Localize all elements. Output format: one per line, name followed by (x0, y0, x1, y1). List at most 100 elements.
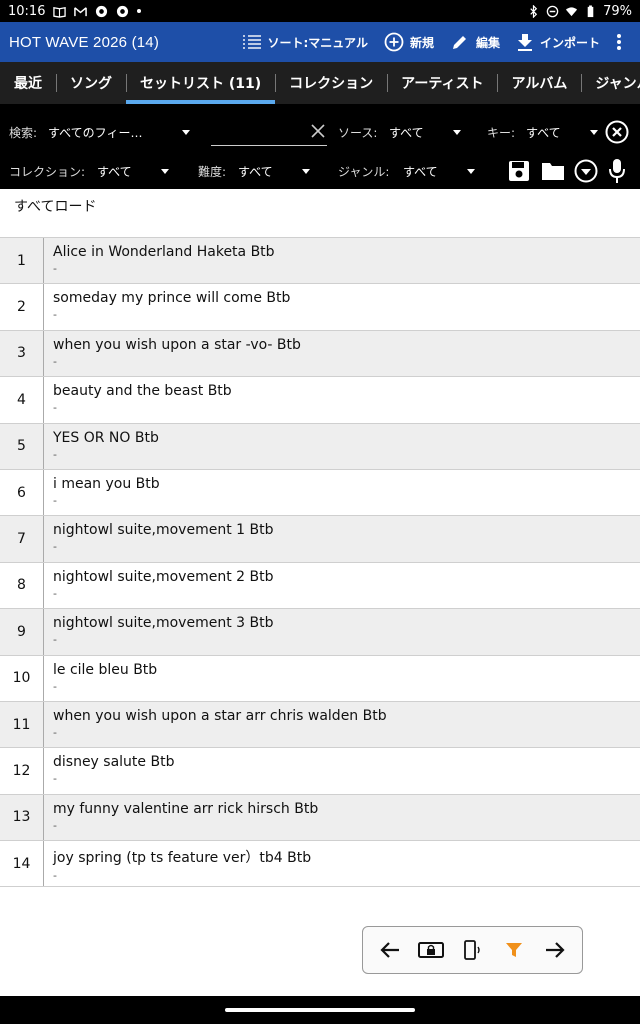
list-item[interactable]: 3 when you wish upon a star -vo- Btb - (0, 330, 640, 378)
list-item[interactable]: 6 i mean you Btb - (0, 469, 640, 517)
chevron-down-icon (302, 168, 310, 174)
song-title: i mean you Btb (53, 475, 160, 492)
list-item[interactable]: 4 beauty and the beast Btb - (0, 377, 640, 424)
song-subtitle: - (53, 493, 57, 507)
song-subtitle: - (53, 447, 57, 461)
list-item[interactable]: 8 nightowl suite,movement 2 Btb - (0, 562, 640, 610)
notification-dot (137, 9, 142, 13)
item-info: le cile bleu Btb - (44, 656, 157, 701)
genre-select[interactable]: すべて (403, 163, 475, 180)
list-item[interactable]: 9 nightowl suite,movement 3 Btb - (0, 609, 640, 656)
close-circle-icon[interactable] (605, 120, 629, 144)
arrow-left-icon (380, 942, 399, 958)
key-select[interactable]: すべて (526, 124, 598, 141)
chevron-down-icon (453, 129, 461, 135)
import-button[interactable]: インポート (516, 32, 600, 52)
search-scope-select[interactable]: すべてのフィー… (48, 124, 190, 141)
system-nav-bar (0, 996, 640, 1024)
collection-select[interactable]: すべて (97, 163, 169, 180)
app-title: HOT WAVE 2026 (14) (9, 33, 160, 51)
song-title: nightowl suite,movement 2 Btb (53, 568, 274, 585)
item-info: YES OR NO Btb - (44, 424, 159, 469)
tab-albums[interactable]: アルバム (497, 62, 581, 104)
new-button[interactable]: 新規 (384, 32, 434, 52)
battery-icon (587, 4, 594, 17)
tab-songs[interactable]: ソング (56, 62, 126, 104)
song-title: nightowl suite,movement 1 Btb (53, 522, 274, 539)
list-item[interactable]: 5 YES OR NO Btb - (0, 423, 640, 470)
book-icon (53, 6, 67, 18)
song-subtitle: - (53, 308, 57, 322)
filter-button[interactable] (499, 935, 529, 965)
difficulty-select[interactable]: すべて (238, 163, 310, 180)
chevron-down-icon (590, 129, 598, 135)
song-title: le cile bleu Btb (53, 661, 158, 678)
battery-percent: 79% (603, 3, 632, 19)
chevron-down-icon (182, 129, 190, 135)
item-number: 1 (0, 238, 44, 284)
status-bar: 10:16 79% (0, 0, 640, 22)
tab-recent[interactable]: 最近 (0, 62, 56, 104)
source-label: ソース: (338, 125, 378, 140)
item-info: when you wish upon a star arr chris wald… (44, 702, 387, 747)
app-actions: ソート:マニュアル 新規 編集 インポート (242, 22, 640, 62)
item-info: i mean you Btb - (44, 470, 160, 515)
song-subtitle: - (53, 586, 57, 600)
gmail-icon (74, 6, 88, 16)
sort-button[interactable]: ソート:マニュアル (242, 34, 368, 51)
home-handle[interactable] (225, 1008, 415, 1012)
list-item[interactable]: 1 Alice in Wonderland Haketa Btb - (0, 238, 640, 285)
item-number: 10 (0, 655, 44, 701)
song-title: YES OR NO Btb (53, 429, 159, 446)
folder-icon[interactable] (540, 159, 566, 183)
tab-artists[interactable]: アーティスト (387, 62, 497, 104)
arrow-right-icon (546, 942, 565, 958)
download-icon (517, 34, 532, 51)
list-item[interactable]: 11 when you wish upon a star arr chris w… (0, 701, 640, 749)
next-button[interactable] (540, 935, 570, 965)
item-info: joy spring (tp ts feature ver）tb4 Btb - (44, 841, 311, 886)
list-item[interactable]: 10 le cile bleu Btb - (0, 655, 640, 702)
device-button[interactable] (457, 935, 487, 965)
list-item[interactable]: 12 disney salute Btb - (0, 748, 640, 795)
load-all-link[interactable]: すべてロード (14, 196, 96, 216)
list-item[interactable]: 14 joy spring (tp ts feature ver）tb4 Btb… (0, 841, 640, 888)
status-time: 10:16 (8, 3, 46, 19)
chrome-icon-2 (117, 5, 129, 17)
dropdown-circle-icon[interactable] (573, 158, 599, 184)
item-number: 11 (0, 701, 44, 748)
song-subtitle: - (53, 725, 57, 739)
app-bar: HOT WAVE 2026 (14) ソート:マニュアル 新規 編集 インポート (0, 22, 640, 62)
song-subtitle: - (53, 401, 57, 415)
previous-button[interactable] (375, 935, 405, 965)
list-item[interactable]: 2 someday my prince will come Btb - (0, 284, 640, 331)
song-title: disney salute Btb (53, 754, 175, 771)
song-title: when you wish upon a star arr chris wald… (53, 707, 387, 724)
status-left: 10:16 (8, 3, 142, 19)
lock-screen-button[interactable] (416, 935, 446, 965)
source-select[interactable]: すべて (389, 124, 461, 141)
save-icon[interactable] (506, 158, 532, 184)
tab-collections[interactable]: コレクション (275, 62, 387, 104)
dnd-icon (546, 5, 559, 17)
tab-genres[interactable]: ジャンル (581, 62, 640, 104)
list-item[interactable]: 13 my funny valentine arr rick hirsch Bt… (0, 794, 640, 842)
search-input[interactable] (211, 118, 327, 146)
tab-setlists[interactable]: セットリスト (11) (126, 62, 276, 104)
song-subtitle: - (53, 869, 57, 883)
genre-value: すべて (403, 164, 438, 179)
difficulty-value: すべて (238, 164, 273, 179)
song-subtitle: - (53, 262, 57, 275)
filter-row-1: 検索: すべてのフィー… ソース: すべて キー: すべて (0, 112, 640, 152)
chevron-down-icon (467, 168, 475, 174)
pencil-icon (452, 36, 466, 49)
collection-value: すべて (97, 164, 132, 179)
clear-icon[interactable] (311, 124, 325, 138)
edit-button[interactable]: 編集 (450, 32, 500, 52)
overflow-menu-button[interactable] (616, 33, 622, 51)
microphone-icon[interactable] (607, 157, 627, 185)
edit-label: 編集 (475, 35, 500, 50)
list-item[interactable]: 7 nightowl suite,movement 1 Btb - (0, 516, 640, 563)
song-subtitle: - (53, 818, 57, 832)
sort-list-icon (242, 35, 261, 49)
